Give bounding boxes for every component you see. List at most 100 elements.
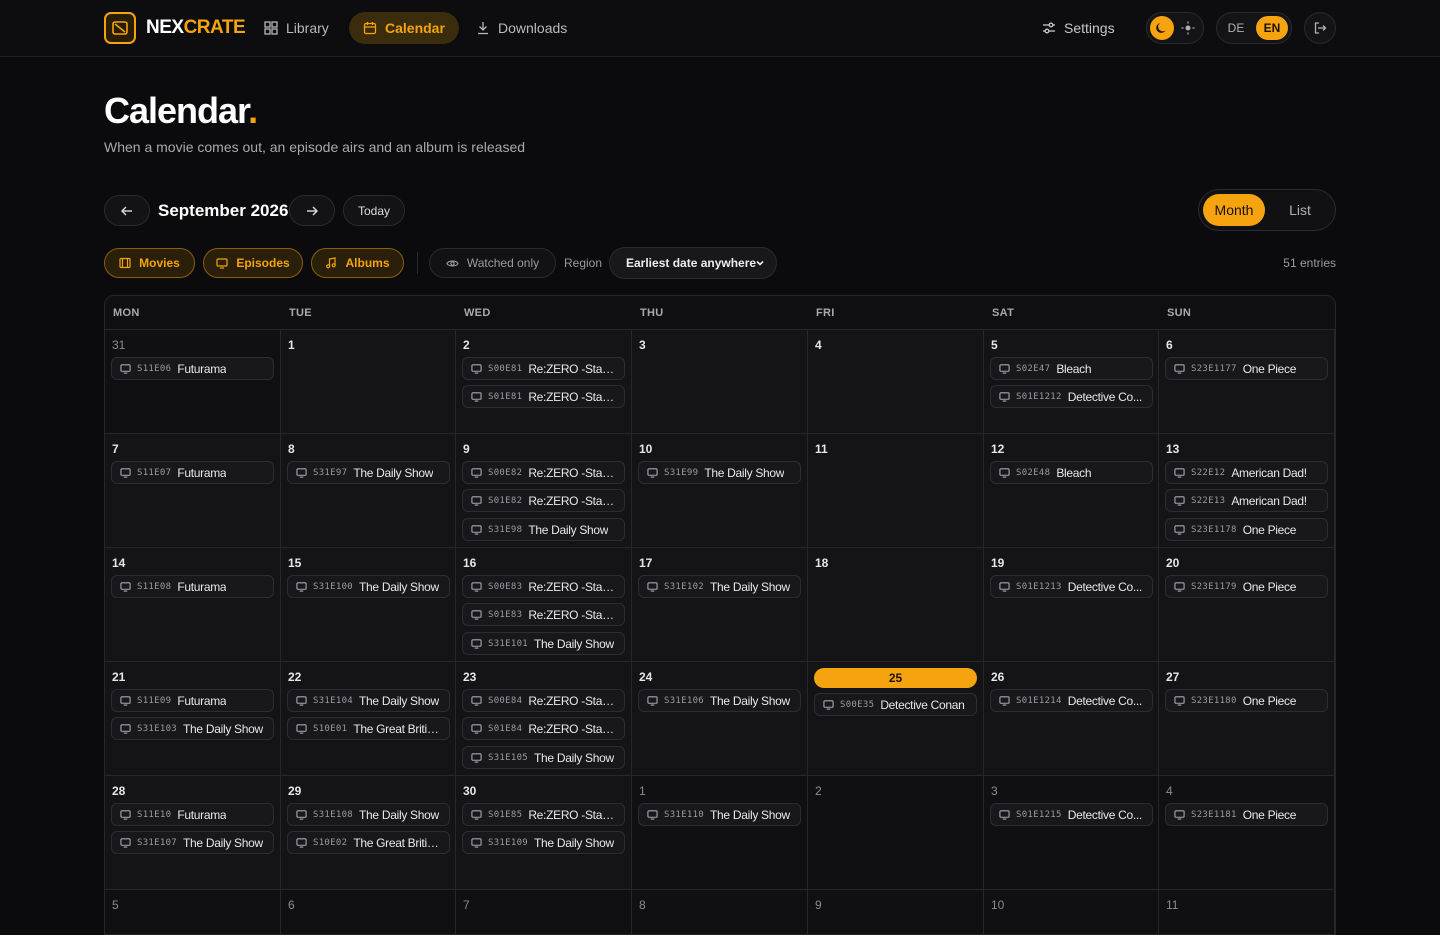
day-cell[interactable]: 26 S01E1214 Detective Co... [984, 662, 1159, 776]
next-month-button[interactable] [289, 195, 335, 226]
filter-watched-only[interactable]: Watched only [429, 248, 556, 278]
day-cell[interactable]: 25 S00E35 Detective Conan [808, 662, 984, 776]
episode-event[interactable]: S11E07 Futurama [111, 461, 274, 484]
episode-event[interactable]: S11E10 Futurama [111, 803, 274, 826]
day-cell[interactable]: 29 S31E108 The Daily Show S10E02 The Great B… [281, 776, 456, 890]
episode-event[interactable]: S31E110 The Daily Show [638, 803, 801, 826]
day-cell[interactable]: 19 S01E1213 Detective Co... [984, 548, 1159, 662]
episode-event[interactable]: S01E85 Re:ZERO -Starti... [462, 803, 625, 826]
filter-movies[interactable]: Movies [104, 248, 195, 278]
view-list-button[interactable]: List [1269, 194, 1331, 226]
view-month-button[interactable]: Month [1203, 194, 1265, 226]
theme-toggle[interactable] [1146, 12, 1204, 44]
episode-event[interactable]: S00E82 Re:ZERO -Starti... [462, 461, 625, 484]
day-cell[interactable]: 10 S31E99 The Daily Show [632, 434, 808, 548]
day-cell[interactable]: 3 [632, 330, 808, 434]
day-cell[interactable]: 6 [281, 890, 456, 934]
day-cell[interactable]: 21 S11E09 Futurama S31E103 The Daily Show [105, 662, 281, 776]
day-cell[interactable]: 13 S22E12 American Dad! S22E13 American Dad!… [1159, 434, 1335, 548]
episode-event[interactable]: S11E09 Futurama [111, 689, 274, 712]
day-cell[interactable]: 17 S31E102 The Daily Show [632, 548, 808, 662]
day-cell[interactable]: 11 [808, 434, 984, 548]
episode-event[interactable]: S31E104 The Daily Show [287, 689, 450, 712]
logo[interactable]: NEXCRATE [104, 12, 246, 44]
episode-event[interactable]: S01E1212 Detective Co... [990, 385, 1153, 408]
day-cell[interactable]: 9 [808, 890, 984, 934]
day-cell[interactable]: 2 [808, 776, 984, 890]
day-cell[interactable]: 8 [632, 890, 808, 934]
nav-downloads[interactable]: Downloads [462, 12, 581, 44]
day-cell[interactable]: 18 [808, 548, 984, 662]
episode-event[interactable]: S01E1215 Detective Co... [990, 803, 1153, 826]
episode-event[interactable]: S01E84 Re:ZERO -Starti... [462, 717, 625, 740]
episode-event[interactable]: S23E1181 One Piece [1165, 803, 1328, 826]
day-cell[interactable]: 22 S31E104 The Daily Show S10E01 The Great B… [281, 662, 456, 776]
nav-calendar[interactable]: Calendar [349, 12, 459, 44]
day-cell[interactable]: 24 S31E106 The Daily Show [632, 662, 808, 776]
lang-de[interactable]: DE [1220, 16, 1252, 40]
day-cell[interactable]: 6 S23E1177 One Piece [1159, 330, 1335, 434]
episode-event[interactable]: S23E1177 One Piece [1165, 357, 1328, 380]
lang-en[interactable]: EN [1256, 16, 1288, 40]
day-cell[interactable]: 3 S01E1215 Detective Co... [984, 776, 1159, 890]
episode-event[interactable]: S01E83 Re:ZERO -Starti... [462, 603, 625, 626]
day-cell[interactable]: 4 [808, 330, 984, 434]
nav-library[interactable]: Library [250, 12, 343, 44]
day-cell[interactable]: 28 S11E10 Futurama S31E107 The Daily Show [105, 776, 281, 890]
episode-event[interactable]: S31E106 The Daily Show [638, 689, 801, 712]
episode-event[interactable]: S31E99 The Daily Show [638, 461, 801, 484]
episode-event[interactable]: S11E06 Futurama [111, 357, 274, 380]
day-cell[interactable]: 4 S23E1181 One Piece [1159, 776, 1335, 890]
day-cell[interactable]: 8 S31E97 The Daily Show [281, 434, 456, 548]
day-cell[interactable]: 27 S23E1180 One Piece [1159, 662, 1335, 776]
day-cell[interactable]: 31 S11E06 Futurama [105, 330, 281, 434]
day-cell[interactable]: 23 S00E84 Re:ZERO -Starti... S01E84 Re:ZERO … [456, 662, 632, 776]
day-cell[interactable]: 7 [456, 890, 632, 934]
episode-event[interactable]: S31E109 The Daily Show [462, 831, 625, 854]
episode-event[interactable]: S31E102 The Daily Show [638, 575, 801, 598]
episode-event[interactable]: S22E12 American Dad! [1165, 461, 1328, 484]
episode-event[interactable]: S00E35 Detective Conan [814, 693, 977, 716]
episode-event[interactable]: S31E98 The Daily Show [462, 518, 625, 541]
day-cell[interactable]: 7 S11E07 Futurama [105, 434, 281, 548]
episode-event[interactable]: S31E108 The Daily Show [287, 803, 450, 826]
logout-button[interactable] [1304, 12, 1336, 44]
episode-event[interactable]: S31E105 The Daily Show [462, 746, 625, 769]
episode-event[interactable]: S23E1179 One Piece [1165, 575, 1328, 598]
episode-event[interactable]: S00E81 Re:ZERO -Starti... [462, 357, 625, 380]
filter-albums[interactable]: Albums [311, 248, 404, 278]
settings-button[interactable]: Settings [1030, 12, 1127, 44]
episode-event[interactable]: S01E1214 Detective Co... [990, 689, 1153, 712]
day-cell[interactable]: 9 S00E82 Re:ZERO -Starti... S01E82 Re:ZERO -… [456, 434, 632, 548]
day-cell[interactable]: 1 S31E110 The Daily Show [632, 776, 808, 890]
day-cell[interactable]: 1 [281, 330, 456, 434]
episode-event[interactable]: S31E103 The Daily Show [111, 717, 274, 740]
day-cell[interactable]: 14 S11E08 Futurama [105, 548, 281, 662]
day-cell[interactable]: 5 [105, 890, 281, 934]
region-select[interactable]: Earliest date anywhere [609, 247, 777, 279]
episode-event[interactable]: S02E48 Bleach [990, 461, 1153, 484]
filter-episodes[interactable]: Episodes [203, 248, 303, 278]
episode-event[interactable]: S11E08 Futurama [111, 575, 274, 598]
episode-event[interactable]: S31E100 The Daily Show [287, 575, 450, 598]
episode-event[interactable]: S00E84 Re:ZERO -Starti... [462, 689, 625, 712]
episode-event[interactable]: S23E1178 One Piece [1165, 518, 1328, 541]
day-cell[interactable]: 12 S02E48 Bleach [984, 434, 1159, 548]
episode-event[interactable]: S10E02 The Great Britis... [287, 831, 450, 854]
day-cell[interactable]: 2 S00E81 Re:ZERO -Starti... S01E81 Re:ZERO -… [456, 330, 632, 434]
day-cell[interactable]: 30 S01E85 Re:ZERO -Starti... S31E109 The Dai… [456, 776, 632, 890]
day-cell[interactable]: 11 [1159, 890, 1335, 934]
day-cell[interactable]: 5 S02E47 Bleach S01E1212 Detective Co... [984, 330, 1159, 434]
episode-event[interactable]: S31E107 The Daily Show [111, 831, 274, 854]
episode-event[interactable]: S01E81 Re:ZERO -Starti... [462, 385, 625, 408]
day-cell[interactable]: 15 S31E100 The Daily Show [281, 548, 456, 662]
episode-event[interactable]: S01E1213 Detective Co... [990, 575, 1153, 598]
episode-event[interactable]: S31E97 The Daily Show [287, 461, 450, 484]
episode-event[interactable]: S00E83 Re:ZERO -Starti... [462, 575, 625, 598]
day-cell[interactable]: 16 S00E83 Re:ZERO -Starti... S01E83 Re:ZERO … [456, 548, 632, 662]
episode-event[interactable]: S22E13 American Dad! [1165, 489, 1328, 512]
prev-month-button[interactable] [104, 195, 150, 226]
episode-event[interactable]: S23E1180 One Piece [1165, 689, 1328, 712]
episode-event[interactable]: S31E101 The Daily Show [462, 632, 625, 655]
day-cell[interactable]: 10 [984, 890, 1159, 934]
